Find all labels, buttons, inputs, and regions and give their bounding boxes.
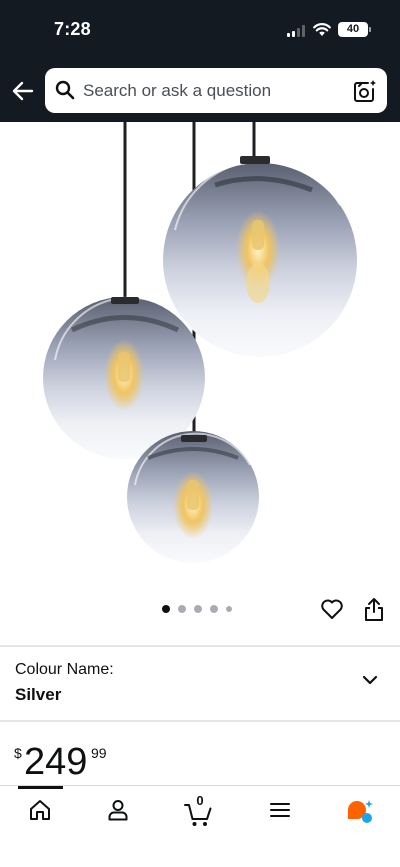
nav-menu[interactable]: [260, 796, 300, 826]
back-arrow-icon[interactable]: [10, 78, 36, 104]
nav-active-indicator: [18, 786, 63, 789]
image-pagination: [162, 603, 232, 615]
search-header: [0, 62, 400, 122]
pagination-dot-5[interactable]: [226, 606, 232, 612]
search-input[interactable]: [83, 68, 343, 113]
share-icon[interactable]: [362, 596, 386, 622]
search-icon: [55, 80, 75, 100]
nav-account[interactable]: [98, 796, 138, 826]
battery-level: 40: [346, 23, 360, 35]
status-time: 7:28: [54, 19, 91, 39]
product-image[interactable]: [0, 122, 400, 592]
price-fraction: 99: [91, 745, 107, 761]
search-box[interactable]: [45, 68, 387, 113]
heart-icon[interactable]: [320, 597, 344, 621]
nav-cart[interactable]: 0: [180, 793, 220, 826]
camera-search-icon[interactable]: [353, 79, 377, 103]
account-icon: [108, 800, 128, 821]
bottom-nav: 0: [0, 785, 400, 867]
cellular-signal-icon: [287, 25, 305, 37]
battery-icon: 40: [338, 22, 368, 37]
nav-rufus[interactable]: [338, 796, 378, 826]
pagination-dot-1[interactable]: [162, 605, 170, 613]
wifi-icon: [313, 23, 331, 36]
divider: [0, 720, 400, 722]
price-whole: 249: [24, 741, 88, 783]
pagination-dot-4[interactable]: [210, 605, 218, 613]
battery-tip: [369, 27, 371, 32]
price-symbol: $: [14, 745, 22, 761]
variation-label: Colour Name:: [15, 661, 114, 678]
status-bar: 7:28 40: [0, 0, 400, 62]
menu-icon: [270, 803, 290, 817]
cart-count: 0: [196, 793, 204, 808]
divider: [0, 645, 400, 647]
globe-small: [127, 431, 259, 563]
globe-large: [163, 156, 357, 357]
nav-home[interactable]: [20, 796, 60, 826]
chevron-down-icon: [362, 675, 378, 685]
pagination-dot-3[interactable]: [194, 605, 202, 613]
rufus-icon: [348, 800, 373, 823]
pagination-dot-2[interactable]: [178, 605, 186, 613]
home-icon: [30, 800, 50, 820]
colour-variation-selector[interactable]: Colour Name: Silver: [0, 648, 400, 720]
variation-value: Silver: [15, 685, 62, 704]
